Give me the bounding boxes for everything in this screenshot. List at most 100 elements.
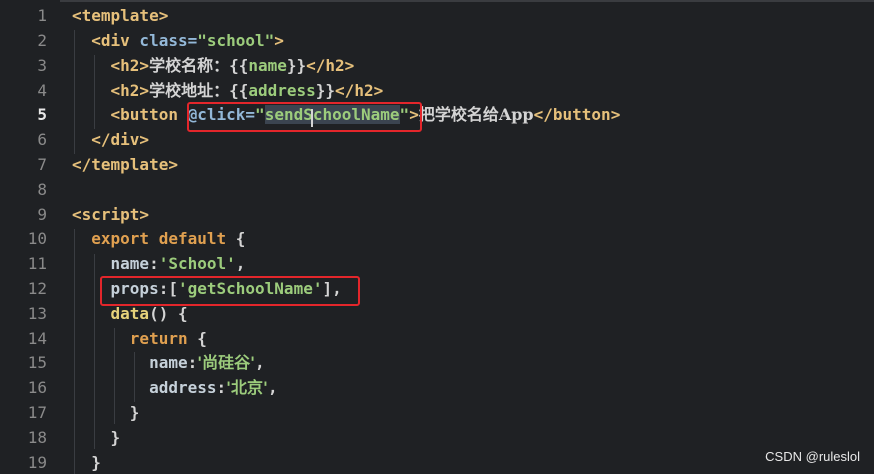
code-line[interactable]: 2 <div class="school"> <box>0 29 874 54</box>
code-line[interactable]: 5 <button @click="sendSchoolName">把学校名给A… <box>0 103 874 128</box>
line-number: 15 <box>27 353 47 373</box>
code-line[interactable]: 14 return { <box>0 327 874 352</box>
code-token: export default <box>91 229 227 249</box>
code-line[interactable]: 7 </template> <box>0 153 874 178</box>
line-number: 19 <box>27 452 47 472</box>
code-token: <h2> <box>110 55 150 75</box>
line-number: 12 <box>27 279 47 298</box>
line-number: 5 <box>37 105 47 125</box>
code-text: address:'北京', <box>72 376 278 401</box>
line-number: 4 <box>37 80 47 100</box>
code-line[interactable]: 1 <template> <box>0 4 874 29</box>
code-line[interactable]: 6 </div> <box>0 128 874 153</box>
code-token: <script> <box>72 204 150 224</box>
code-line[interactable]: 4 <h2>学校地址：{{address}}</h2> <box>0 79 874 104</box>
code-token: }} <box>315 80 336 100</box>
code-token: '尚硅谷' <box>197 353 256 373</box>
code-token: } <box>110 427 121 447</box>
code-token: name <box>248 55 287 75</box>
code-text: export default { <box>72 227 245 252</box>
code-line[interactable]: 18 } <box>0 426 874 451</box>
code-token: {{ <box>229 55 249 75</box>
code-token: </div> <box>91 130 150 150</box>
code-text: <div class="school"> <box>72 29 284 54</box>
code-text: } <box>72 451 101 474</box>
code-line[interactable]: 17 } <box>0 401 874 426</box>
code-text: </template> <box>72 153 178 178</box>
code-token: '北京' <box>226 378 268 398</box>
code-line[interactable]: 15 name:'尚硅谷', <box>0 351 874 376</box>
code-text: <template> <box>72 4 168 29</box>
code-token: name <box>149 353 188 373</box>
line-number: 17 <box>27 403 47 422</box>
code-token: : <box>187 353 198 373</box>
code-text: <script> <box>72 203 149 228</box>
code-token: </h2> <box>335 80 384 100</box>
highlight-box-click-handler <box>187 102 422 132</box>
code-line[interactable]: 11 name:'School', <box>0 252 874 277</box>
code-text: <h2>学校地址：{{address}}</h2> <box>72 79 384 104</box>
code-token: , <box>267 378 278 398</box>
code-line[interactable]: 3 <h2>学校名称：{{name}}</h2> <box>0 54 874 79</box>
code-token: > <box>274 31 284 50</box>
code-token: <template> <box>72 6 169 26</box>
code-line[interactable]: 9 <script> <box>0 203 874 228</box>
code-token: data <box>110 303 150 323</box>
line-number: 7 <box>37 155 47 174</box>
code-token: <h2> <box>110 80 150 100</box>
code-text: name:'尚硅谷', <box>72 351 265 376</box>
line-number: 10 <box>27 229 47 249</box>
code-token: , <box>235 254 246 274</box>
code-line[interactable]: 19 } <box>0 451 874 474</box>
code-token: { <box>187 328 207 348</box>
code-token: } <box>129 403 140 422</box>
code-token: </template> <box>72 155 178 174</box>
code-token: 学校名称： <box>149 55 230 75</box>
code-token: </button> <box>533 105 621 125</box>
code-token: : <box>216 378 227 398</box>
code-token: "school" <box>197 31 275 50</box>
code-text: </div> <box>72 128 149 153</box>
code-token: 学校地址： <box>149 80 230 100</box>
line-number: 8 <box>37 179 47 199</box>
code-text: } <box>72 401 140 426</box>
code-token: { <box>226 229 246 249</box>
code-line[interactable]: 16 address:'北京', <box>0 376 874 401</box>
line-number: 3 <box>37 55 47 75</box>
code-token: name <box>110 254 150 274</box>
code-token: : <box>149 254 159 274</box>
code-token: return <box>129 328 188 348</box>
code-editor[interactable]: 1 <template> 2 <div class="school"> 3 <h2>学… <box>0 0 874 474</box>
line-number: 18 <box>27 427 47 447</box>
code-token: <button <box>110 105 178 125</box>
line-number: 9 <box>37 204 47 224</box>
editor-top-edge <box>0 0 874 2</box>
code-line[interactable]: 8 <box>0 178 874 203</box>
code-text: name:'School', <box>72 252 246 277</box>
line-number: 6 <box>37 130 47 150</box>
code-token: 'School' <box>158 254 236 274</box>
code-text: return { <box>72 327 207 352</box>
code-text: <h2>学校名称：{{name}}</h2> <box>72 54 355 79</box>
code-line[interactable]: 10 export default { <box>0 227 874 252</box>
line-number: 2 <box>37 31 47 50</box>
code-token: address <box>149 378 217 398</box>
text-cursor <box>311 109 313 127</box>
code-token: } <box>91 452 101 472</box>
watermark: CSDN @ruleslol <box>765 449 860 464</box>
code-token: </h2> <box>306 55 355 75</box>
code-token: address <box>248 80 316 100</box>
